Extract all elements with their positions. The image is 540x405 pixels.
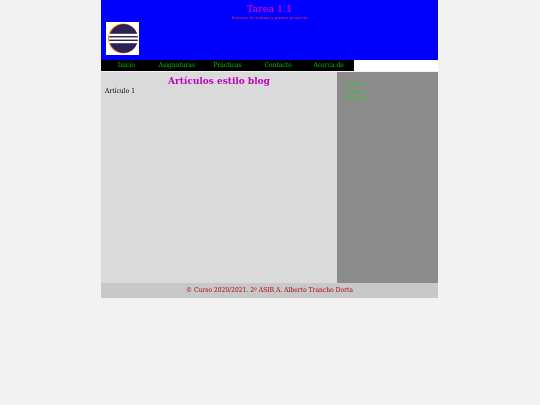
footer-copyright: © Curso 2020/2021. 2º ASIR A. Alberto Tr…	[186, 287, 353, 294]
main-navigation: Inicio Asignaturas Prácticas Contacto Ac…	[101, 60, 354, 71]
main-content: Artículos estilo blog Artículo 1	[101, 72, 337, 283]
site-footer: © Curso 2020/2021. 2º ASIR A. Alberto Tr…	[101, 283, 438, 298]
nav-item-practicas[interactable]: Prácticas	[202, 60, 253, 71]
main-heading: Artículos estilo blog	[168, 77, 270, 87]
nav-item-contacto[interactable]: Contacto	[253, 60, 304, 71]
sidebar-link-1[interactable]: Enlace 1	[345, 82, 367, 88]
article-item: Artículo 1	[105, 88, 136, 95]
site-title: Tarea 1.1	[246, 4, 293, 15]
site-subtitle: Entorno de trabajo y primer proyecto	[231, 15, 308, 20]
navigation-filler	[354, 60, 438, 71]
eclipse-logo-icon	[106, 22, 139, 55]
page-container: Tarea 1.1 Entorno de trabajo y primer pr…	[101, 0, 438, 298]
sidebar-link-3[interactable]: Enlace 3	[345, 96, 367, 102]
nav-item-inicio[interactable]: Inicio	[101, 60, 152, 71]
nav-item-acerca-de[interactable]: Acerca de	[303, 60, 354, 71]
site-header: Tarea 1.1 Entorno de trabajo y primer pr…	[101, 0, 438, 60]
sidebar-link-2[interactable]: Enlace 2	[345, 89, 367, 95]
sidebar: Enlace 1 Enlace 2 Enlace 3	[337, 72, 438, 283]
nav-item-asignaturas[interactable]: Asignaturas	[152, 60, 203, 71]
